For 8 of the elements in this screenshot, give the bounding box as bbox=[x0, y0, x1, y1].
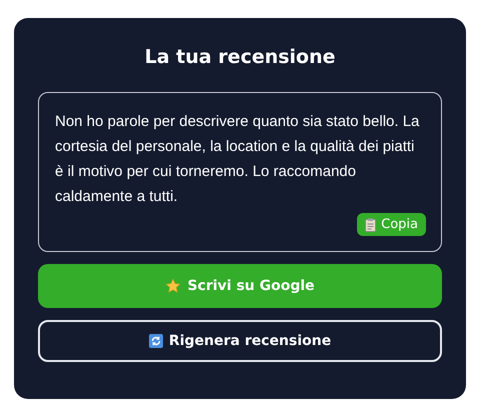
regenerate-button[interactable]: Rigenera recensione bbox=[38, 320, 442, 362]
clipboard-icon bbox=[365, 218, 376, 232]
google-review-button[interactable]: Scrivi su Google bbox=[38, 264, 442, 308]
card-title: La tua recensione bbox=[144, 46, 336, 68]
copy-button[interactable]: Copia bbox=[357, 213, 426, 236]
refresh-icon bbox=[148, 334, 163, 348]
review-text: Non ho parole per descrivere quanto sia stato bello. La cortesia del personale, la location e la qualità dei piatti è il motivo per cui torneremo. Lo raccomando caldamente a tutti. bbox=[55, 112, 420, 207]
star-icon bbox=[165, 278, 182, 294]
